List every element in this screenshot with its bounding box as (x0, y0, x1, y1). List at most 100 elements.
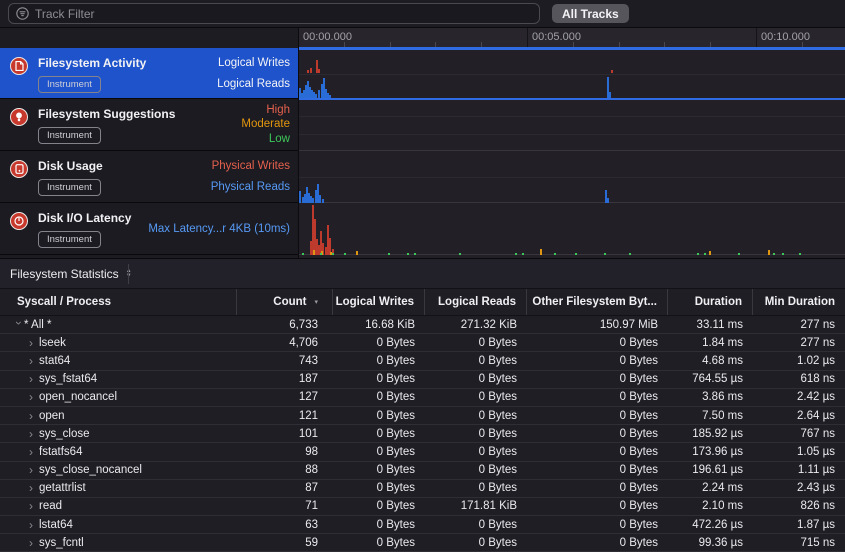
table-row[interactable]: ›open_nocancel1270 Bytes0 Bytes0 Bytes3.… (0, 389, 845, 407)
column-header-count[interactable]: Count▾ (237, 289, 333, 315)
column-header-label: Syscall / Process (17, 296, 111, 308)
cell-min-duration: 277 ns (753, 319, 845, 331)
table-row[interactable]: ›read710 Bytes171.81 KiB0 Bytes2.10 ms82… (0, 498, 845, 516)
graph-row-3[interactable] (299, 203, 845, 255)
lane-label: Moderate (241, 118, 290, 130)
disclosure-collapsed-icon[interactable]: › (29, 463, 39, 477)
table-row[interactable]: ›open1210 Bytes0 Bytes0 Bytes7.50 ms2.64… (0, 407, 845, 425)
latency-low-spike (414, 253, 416, 255)
table-row[interactable]: ›sys_fcntl590 Bytes0 Bytes0 Bytes99.36 µ… (0, 534, 845, 552)
table-row[interactable]: ›lseek4,7060 Bytes0 Bytes0 Bytes1.84 ms2… (0, 334, 845, 352)
table-row[interactable]: ›sys_close_nocancel880 Bytes0 Bytes0 Byt… (0, 462, 845, 480)
cell-count: 88 (237, 464, 333, 476)
table-row[interactable]: ›sys_fstat641870 Bytes0 Bytes0 Bytes764.… (0, 371, 845, 389)
cell-logical-writes: 0 Bytes (333, 500, 425, 512)
cell-min-duration: 618 ns (753, 373, 845, 385)
all-tracks-button[interactable]: All Tracks (552, 4, 629, 23)
cell-count: 59 (237, 537, 333, 549)
disclosure-collapsed-icon[interactable]: › (29, 427, 39, 441)
cell-other-filesystem-byt-: 0 Bytes (527, 337, 668, 349)
file-activity-icon (10, 57, 28, 75)
syscall-cell: ›sys_fstat64 (0, 372, 237, 386)
lane-separator (299, 134, 845, 135)
lane-label: Physical Writes (212, 160, 290, 172)
latency-moderate-spike (709, 251, 711, 255)
column-header-syscall-process[interactable]: Syscall / Process (0, 289, 237, 315)
track-filter-input[interactable]: Track Filter (8, 3, 540, 24)
disclosure-collapsed-icon[interactable]: › (29, 445, 39, 459)
table-row[interactable]: ›sys_close1010 Bytes0 Bytes0 Bytes185.92… (0, 425, 845, 443)
disclosure-collapsed-icon[interactable]: › (29, 481, 39, 495)
column-header-other-filesystem-byt-[interactable]: Other Filesystem Byt... (527, 289, 668, 315)
syscall-cell: ›lseek (0, 336, 237, 350)
latency-low-spike (697, 253, 699, 255)
ruler-major-tick (756, 28, 757, 48)
timeline-ruler[interactable]: 00:00.00000:05.00000:10.000 (298, 28, 845, 48)
track-title: Disk Usage (38, 159, 211, 173)
table-row[interactable]: ›* All *6,73316.68 KiB271.32 KiB150.97 M… (0, 316, 845, 334)
cell-duration: 4.68 ms (668, 355, 753, 367)
lane-label: Logical Writes (218, 57, 290, 69)
column-header-logical-reads[interactable]: Logical Reads (425, 289, 527, 315)
latency-low-spike (332, 253, 334, 255)
track-icon-column (0, 48, 38, 98)
latency-moderate-spike (313, 250, 315, 255)
latency-low-spike (515, 253, 517, 255)
table-row[interactable]: ›lstat64630 Bytes0 Bytes0 Bytes472.26 µs… (0, 516, 845, 534)
instrument-badge: Instrument (38, 127, 101, 144)
latency-low-spike (773, 253, 775, 255)
disk-icon (10, 160, 28, 178)
lane-label: Low (269, 133, 290, 145)
track-lane-labels: Logical WritesLogical Reads (217, 48, 298, 98)
disclosure-collapsed-icon[interactable]: › (29, 499, 39, 513)
logical-writes-spike (310, 68, 312, 73)
column-header-min-duration[interactable]: Min Duration (753, 289, 845, 315)
cell-logical-reads: 0 Bytes (425, 482, 527, 494)
cell-other-filesystem-byt-: 0 Bytes (527, 464, 668, 476)
cell-logical-writes: 0 Bytes (333, 537, 425, 549)
cell-duration: 196.61 µs (668, 464, 753, 476)
table-row[interactable]: ›fstatfs64980 Bytes0 Bytes0 Bytes173.96 … (0, 443, 845, 461)
cell-logical-writes: 0 Bytes (333, 482, 425, 494)
latency-moderate-spike (768, 250, 770, 255)
cell-count: 127 (237, 391, 333, 403)
column-header-duration[interactable]: Duration (668, 289, 753, 315)
graph-row-1[interactable] (299, 99, 845, 151)
header-separator (128, 264, 129, 284)
cell-min-duration: 715 ns (753, 537, 845, 549)
disclosure-collapsed-icon[interactable]: › (29, 409, 39, 423)
table-row[interactable]: ›getattrlist870 Bytes0 Bytes0 Bytes2.24 … (0, 480, 845, 498)
disclosure-collapsed-icon[interactable]: › (29, 354, 39, 368)
column-header-label: Other Filesystem Byt... (532, 296, 657, 308)
cell-logical-writes: 0 Bytes (333, 410, 425, 422)
cell-count: 6,733 (237, 319, 333, 331)
column-header-logical-writes[interactable]: Logical Writes (333, 289, 425, 315)
cell-other-filesystem-byt-: 0 Bytes (527, 446, 668, 458)
instruments-window: Track Filter All Tracks 00:00.00000:05.0… (0, 0, 845, 552)
disclosure-collapsed-icon[interactable]: › (29, 372, 39, 386)
syscall-name: open_nocancel (39, 391, 117, 403)
track-row-disk-i-o-latency[interactable]: Disk I/O LatencyInstrumentMax Latency...… (0, 203, 298, 255)
track-info: Disk I/O LatencyInstrument (38, 203, 148, 254)
latency-low-spike (604, 253, 606, 255)
track-row-disk-usage[interactable]: Disk UsageInstrumentPhysical WritesPhysi… (0, 151, 298, 203)
track-row-filesystem-suggestions[interactable]: Filesystem SuggestionsInstrumentHighMode… (0, 99, 298, 151)
track-list-divider[interactable] (298, 28, 299, 258)
track-lane-labels: HighModerateLow (241, 99, 298, 150)
track-row-filesystem-activity[interactable]: Filesystem ActivityInstrumentLogical Wri… (0, 48, 298, 99)
cell-count: 87 (237, 482, 333, 494)
statistics-selector[interactable]: Filesystem Statistics ▲▼ (10, 259, 132, 288)
sort-descending-icon: ▾ (314, 298, 318, 306)
column-header-label: Logical Reads (438, 296, 516, 308)
disclosure-collapsed-icon[interactable]: › (29, 536, 39, 550)
lane-label: Max Latency...r 4KB (10ms) (148, 223, 290, 235)
disclosure-collapsed-icon[interactable]: › (29, 518, 39, 532)
track-graph-area[interactable] (299, 48, 845, 258)
disclosure-collapsed-icon[interactable]: › (29, 390, 39, 404)
disclosure-expanded-icon[interactable]: › (12, 321, 26, 331)
cell-logical-writes: 0 Bytes (333, 428, 425, 440)
disclosure-collapsed-icon[interactable]: › (29, 336, 39, 350)
table-row[interactable]: ›stat647430 Bytes0 Bytes0 Bytes4.68 ms1.… (0, 352, 845, 370)
latency-low-spike (320, 253, 322, 255)
cell-logical-writes: 0 Bytes (333, 446, 425, 458)
